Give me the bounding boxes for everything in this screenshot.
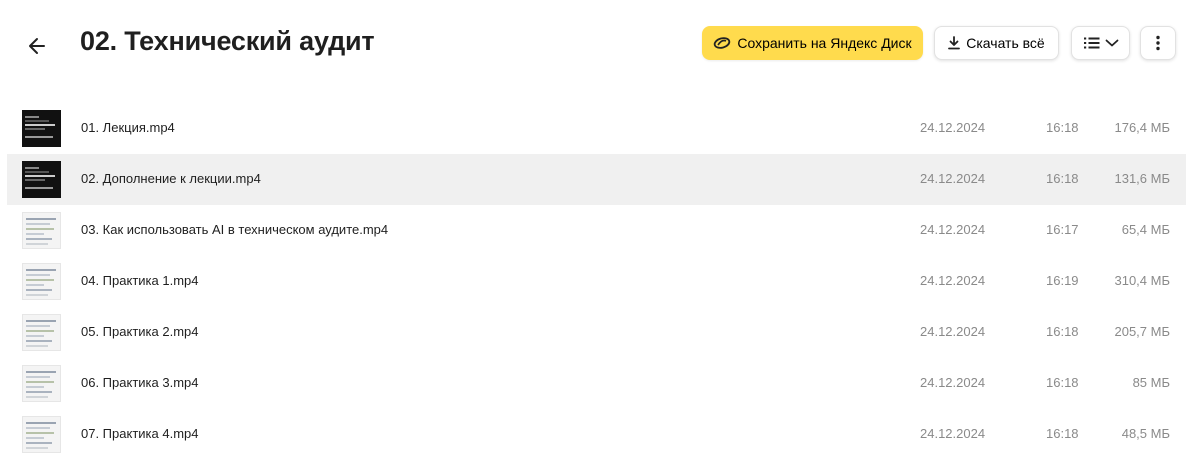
file-time: 16:19 [1046, 273, 1079, 288]
file-time: 16:18 [1046, 171, 1079, 186]
file-size: 310,4 МБ [1114, 273, 1170, 288]
thumbnail-line [26, 218, 56, 220]
view-mode-button[interactable] [1071, 26, 1130, 60]
thumbnail-line [26, 274, 50, 276]
file-name: 06. Практика 3.mp4 [81, 375, 199, 390]
thumbnail-line [25, 120, 49, 122]
yandex-disk-icon [713, 36, 731, 50]
thumbnail-line [26, 279, 54, 281]
thumbnail-line [26, 437, 44, 439]
thumbnail-line [26, 243, 48, 245]
file-row[interactable]: 05. Практика 2.mp4 24.12.2024 16:18 205,… [7, 307, 1186, 358]
thumbnail-line [25, 175, 55, 177]
thumbnail-line [26, 376, 50, 378]
thumbnail-line [25, 171, 49, 173]
video-thumbnail [22, 110, 61, 147]
thumbnail-line [25, 124, 55, 126]
thumbnail-line [26, 325, 50, 327]
back-button[interactable] [24, 30, 52, 62]
video-thumbnail [22, 212, 61, 249]
arrow-left-icon [29, 38, 45, 54]
thumbnail-line [26, 289, 52, 291]
thumbnail-line [26, 386, 44, 388]
file-date: 24.12.2024 [920, 375, 986, 390]
save-button-label: Сохранить на Яндекс Диск [737, 35, 912, 51]
video-thumbnail [22, 314, 61, 351]
thumbnail-line [26, 391, 52, 393]
file-size: 176,4 МБ [1114, 120, 1170, 135]
file-row[interactable]: 06. Практика 3.mp4 24.12.2024 16:18 85 М… [7, 358, 1186, 409]
video-thumbnail [22, 365, 61, 402]
download-button-label: Скачать всё [966, 35, 1045, 51]
video-thumbnail [22, 416, 61, 453]
file-size: 48,5 МБ [1121, 426, 1170, 441]
page-title: 02. Технический аудит [80, 26, 375, 56]
thumbnail-line [26, 442, 52, 444]
thumbnail-line [25, 128, 45, 130]
file-name: 04. Практика 1.mp4 [81, 273, 199, 288]
file-row[interactable]: 01. Лекция.mp4 24.12.2024 16:18 176,4 МБ [7, 103, 1186, 154]
thumbnail-line [26, 269, 56, 271]
file-row[interactable]: 03. Как использовать AI в техническом ау… [7, 205, 1186, 256]
thumbnail-line [25, 116, 39, 118]
file-date: 24.12.2024 [920, 273, 986, 288]
file-name: 03. Как использовать AI в техническом ау… [81, 222, 389, 237]
thumbnail-line [26, 396, 48, 398]
file-row[interactable]: 02. Дополнение к лекции.mp4 24.12.2024 1… [7, 154, 1186, 205]
file-name: 07. Практика 4.mp4 [81, 426, 199, 441]
list-view-icon [1083, 36, 1101, 50]
thumbnail-line [26, 371, 56, 373]
thumbnail-line [26, 233, 44, 235]
thumbnail-line [25, 167, 39, 169]
file-time: 16:18 [1046, 324, 1079, 339]
thumbnail-line [26, 330, 54, 332]
thumbnail-line [26, 335, 44, 337]
file-time: 16:18 [1046, 426, 1079, 441]
thumbnail-line [26, 447, 48, 449]
file-name: 05. Практика 2.mp4 [81, 324, 199, 339]
download-icon [948, 36, 961, 50]
file-time: 16:18 [1046, 120, 1079, 135]
thumbnail-line [25, 187, 53, 189]
file-date: 24.12.2024 [920, 324, 986, 339]
file-date: 24.12.2024 [920, 120, 986, 135]
thumbnail-line [26, 294, 48, 296]
thumbnail-line [26, 422, 56, 424]
page-header: 02. Технический аудит Сохранить на Яндек… [0, 0, 1200, 90]
video-thumbnail [22, 161, 61, 198]
thumbnail-line [26, 340, 52, 342]
file-size: 85 МБ [1132, 375, 1170, 390]
more-vertical-icon [1156, 35, 1160, 51]
file-date: 24.12.2024 [920, 222, 986, 237]
thumbnail-line [26, 432, 54, 434]
save-to-yandex-disk-button[interactable]: Сохранить на Яндекс Диск [702, 26, 923, 60]
file-date: 24.12.2024 [920, 426, 986, 441]
file-size: 205,7 МБ [1114, 324, 1170, 339]
thumbnail-line [25, 179, 45, 181]
download-all-button[interactable]: Скачать всё [934, 26, 1059, 60]
file-row[interactable]: 04. Практика 1.mp4 24.12.2024 16:19 310,… [7, 256, 1186, 307]
thumbnail-line [26, 284, 44, 286]
thumbnail-line [26, 345, 48, 347]
file-name: 02. Дополнение к лекции.mp4 [81, 171, 261, 186]
thumbnail-line [26, 223, 50, 225]
thumbnail-line [26, 238, 52, 240]
thumbnail-line [26, 228, 54, 230]
file-date: 24.12.2024 [920, 171, 986, 186]
thumbnail-line [26, 320, 56, 322]
file-time: 16:17 [1046, 222, 1079, 237]
more-options-button[interactable] [1140, 26, 1176, 60]
thumbnail-line [26, 381, 54, 383]
file-list: 01. Лекция.mp4 24.12.2024 16:18 176,4 МБ… [7, 103, 1186, 460]
chevron-down-icon [1105, 38, 1119, 48]
file-size: 65,4 МБ [1121, 222, 1170, 237]
file-size: 131,6 МБ [1114, 171, 1170, 186]
file-row[interactable]: 07. Практика 4.mp4 24.12.2024 16:18 48,5… [7, 409, 1186, 460]
thumbnail-line [26, 427, 50, 429]
file-name: 01. Лекция.mp4 [81, 120, 175, 135]
video-thumbnail [22, 263, 61, 300]
thumbnail-line [25, 136, 53, 138]
file-time: 16:18 [1046, 375, 1079, 390]
